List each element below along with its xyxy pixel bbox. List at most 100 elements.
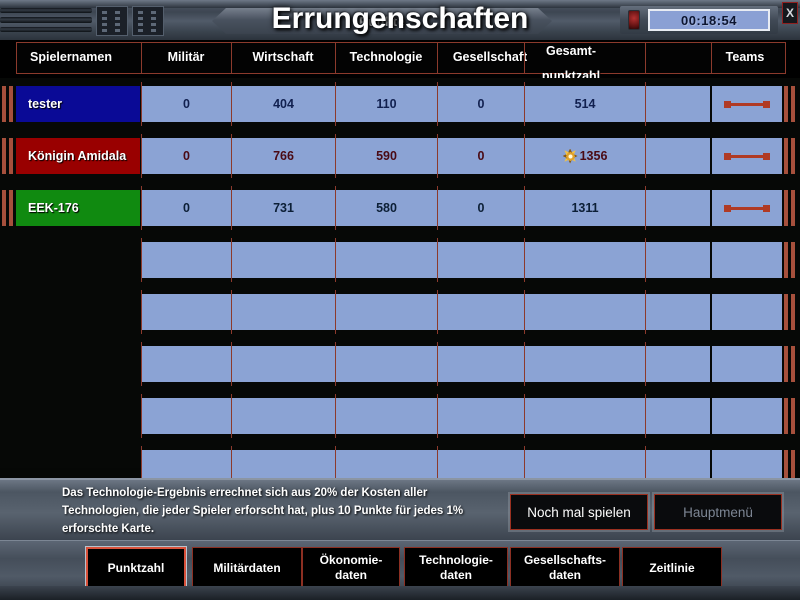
column-header-total[interactable]: Gesamt- punktzahl <box>524 42 618 74</box>
tab-zeitlinie[interactable]: Zeitlinie <box>622 547 722 589</box>
column-divider <box>231 394 232 438</box>
cell-economy[interactable]: 766 <box>232 138 335 174</box>
cell-blank[interactable] <box>646 86 710 122</box>
cell-total[interactable]: 1311 <box>525 190 645 226</box>
title-bar: Punkte Errungenschaften 00:18:54 X <box>0 0 800 40</box>
cell-empty <box>336 294 437 330</box>
column-divider <box>141 134 142 178</box>
column-divider <box>437 82 438 126</box>
tab-gesellschaftsdaten-label-2: daten <box>549 568 581 583</box>
cell-empty <box>142 242 231 278</box>
column-header-technology[interactable]: Technologie <box>336 42 436 74</box>
table-row[interactable]: EEK-176073158001311 <box>0 190 800 226</box>
column-divider <box>645 82 646 126</box>
team-cell[interactable] <box>712 138 782 174</box>
cell-military[interactable]: 0 <box>142 138 231 174</box>
cell-empty <box>646 346 710 382</box>
column-divider <box>645 186 646 230</box>
column-divider <box>231 186 232 230</box>
scores-table-body: tester04041100514Königin Amidala07665900… <box>0 78 800 468</box>
restart-game-button[interactable]: Noch mal spielen <box>510 494 648 530</box>
cell-society[interactable]: 0 <box>438 190 524 226</box>
column-header-teams[interactable]: Teams <box>706 42 784 74</box>
cell-empty <box>525 398 645 434</box>
cell-empty <box>232 346 335 382</box>
tab-bar: Punktzahl Militärdaten Ökonomie- daten T… <box>0 540 800 600</box>
cell-military[interactable]: 0 <box>142 190 231 226</box>
timer-led-icon <box>628 10 640 30</box>
cell-military[interactable]: 0 <box>142 86 231 122</box>
column-divider <box>437 186 438 230</box>
cell-economy[interactable]: 404 <box>232 86 335 122</box>
cell-technology[interactable]: 590 <box>336 138 437 174</box>
tab-punktzahl-label: Punktzahl <box>108 561 165 576</box>
cell-blank[interactable] <box>646 190 710 226</box>
leader-medal-icon <box>563 149 578 164</box>
cell-society[interactable]: 0 <box>438 138 524 174</box>
row-marker-right <box>784 346 798 382</box>
cell-technology[interactable]: 580 <box>336 190 437 226</box>
tab-gesellschaftsdaten-label-1: Gesellschafts- <box>524 553 606 568</box>
column-divider <box>645 394 646 438</box>
cell-empty <box>142 294 231 330</box>
tab-technologiedaten[interactable]: Technologie- daten <box>404 547 508 589</box>
team-link-icon <box>724 152 770 161</box>
team-link-icon <box>724 100 770 109</box>
close-button[interactable]: X <box>782 2 798 24</box>
player-name-cell[interactable]: tester <box>16 86 140 122</box>
table-row-empty <box>0 398 800 434</box>
column-header-name[interactable]: Spielernamen <box>16 42 140 74</box>
table-row-empty <box>0 346 800 382</box>
column-divider <box>231 82 232 126</box>
cell-empty <box>525 294 645 330</box>
cell-total[interactable]: 1356 <box>525 138 645 174</box>
tab-oekonomiedaten-label-1: Ökonomie- <box>320 553 383 568</box>
cell-empty <box>336 346 437 382</box>
header-divider <box>711 42 712 74</box>
cell-empty <box>438 242 524 278</box>
column-divider <box>141 394 142 438</box>
column-divider <box>231 342 232 386</box>
cell-blank[interactable] <box>646 138 710 174</box>
header-divider <box>141 42 142 74</box>
column-divider <box>645 342 646 386</box>
team-link-icon <box>724 204 770 213</box>
row-marker-right <box>784 294 798 330</box>
column-divider <box>437 290 438 334</box>
table-row[interactable]: Königin Amidala076659001356 <box>0 138 800 174</box>
column-divider <box>141 238 142 282</box>
cell-empty <box>232 398 335 434</box>
team-cell[interactable] <box>712 190 782 226</box>
table-row-empty <box>0 294 800 330</box>
column-header-economy[interactable]: Wirtschaft <box>232 42 334 74</box>
cell-empty <box>438 398 524 434</box>
team-cell-empty <box>712 346 782 382</box>
column-header-total-line1: Gesamt- <box>546 45 596 58</box>
cell-technology[interactable]: 110 <box>336 86 437 122</box>
cell-empty <box>142 346 231 382</box>
tab-oekonomiedaten[interactable]: Ökonomie- daten <box>302 547 400 589</box>
player-name-cell[interactable]: Königin Amidala <box>16 138 140 174</box>
cell-empty <box>646 242 710 278</box>
cell-total[interactable]: 514 <box>525 86 645 122</box>
column-divider <box>335 238 336 282</box>
column-divider <box>437 394 438 438</box>
column-divider <box>524 186 525 230</box>
table-row-empty <box>0 242 800 278</box>
column-divider <box>524 290 525 334</box>
column-divider <box>335 134 336 178</box>
column-header-military[interactable]: Militär <box>142 42 230 74</box>
cell-empty <box>232 242 335 278</box>
header-divider <box>437 42 438 74</box>
tab-gesellschaftsdaten[interactable]: Gesellschafts- daten <box>510 547 620 589</box>
main-menu-button[interactable]: Hauptmenü <box>654 494 782 530</box>
cell-economy[interactable]: 731 <box>232 190 335 226</box>
tab-militaerdaten[interactable]: Militärdaten <box>192 547 302 589</box>
column-divider <box>141 82 142 126</box>
team-cell[interactable] <box>712 86 782 122</box>
player-name-cell[interactable]: EEK-176 <box>16 190 140 226</box>
table-row[interactable]: tester04041100514 <box>0 86 800 122</box>
cell-society[interactable]: 0 <box>438 86 524 122</box>
column-divider <box>231 238 232 282</box>
tab-punktzahl[interactable]: Punktzahl <box>86 547 186 589</box>
